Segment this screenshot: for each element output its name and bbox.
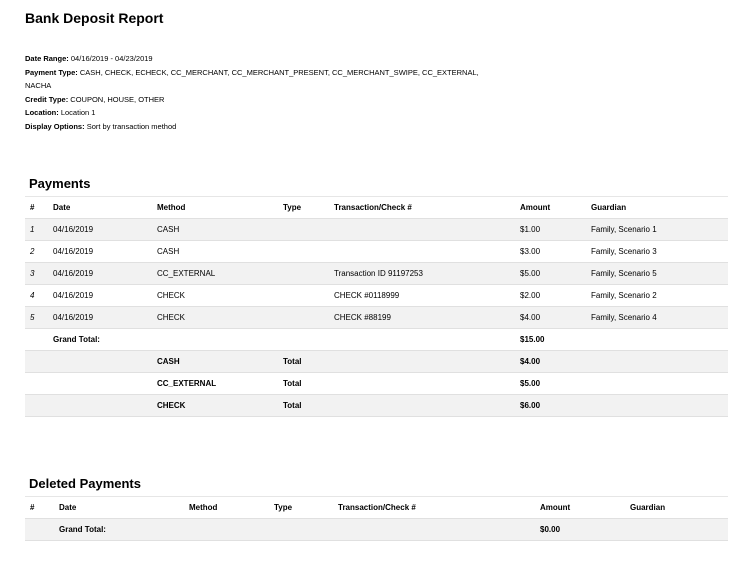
subtotal-amount: $5.00 xyxy=(520,372,591,395)
row-date: 04/16/2019 xyxy=(53,218,157,241)
row-guardian: Family, Scenario 4 xyxy=(591,306,728,329)
filter-value: COUPON, HOUSE, OTHER xyxy=(70,94,165,104)
row-method: CHECK xyxy=(157,306,283,329)
table-row: 5 04/16/2019 CHECK CHECK #88199 $4.00 Fa… xyxy=(25,306,728,329)
row-method: CHECK xyxy=(157,284,283,307)
report-title: Bank Deposit Report xyxy=(25,10,164,26)
row-type xyxy=(283,240,334,263)
row-type xyxy=(283,306,334,329)
subtotal-amount: $4.00 xyxy=(520,350,591,373)
row-amount: $2.00 xyxy=(520,284,591,307)
row-date: 04/16/2019 xyxy=(53,240,157,263)
filter-date-range: Date Range: 04/16/2019 - 04/23/2019 xyxy=(25,52,505,66)
subtotal-label: Total xyxy=(283,350,334,373)
row-transaction xyxy=(334,240,520,263)
col-header-amount: Amount xyxy=(540,496,630,519)
row-guardian: Family, Scenario 1 xyxy=(591,218,728,241)
filter-value: Location 1 xyxy=(60,108,96,117)
col-header-number: # xyxy=(25,196,53,219)
grand-total-row: Grand Total: $0.00 xyxy=(25,518,728,541)
col-header-type: Type xyxy=(274,496,338,519)
filter-payment-type: Payment Type: CASH, CHECK, ECHECK, CC_ME… xyxy=(25,66,505,93)
row-number: 4 xyxy=(25,284,53,307)
filter-display-options: Display Options: Sort by transaction met… xyxy=(25,120,505,134)
col-header-date: Date xyxy=(53,196,157,219)
row-method: CASH xyxy=(157,240,283,263)
col-header-guardian: Guardian xyxy=(591,196,728,219)
table-header-row: # Date Method Type Transaction/Check # A… xyxy=(25,496,728,519)
row-number: 1 xyxy=(25,218,53,241)
subtotal-row: CHECK Total $6.00 xyxy=(25,394,728,417)
grand-total-label: Grand Total: xyxy=(53,328,157,351)
row-amount: $5.00 xyxy=(520,262,591,285)
subtotal-method: CASH xyxy=(157,350,283,373)
table-row: 1 04/16/2019 CASH $1.00 Family, Scenario… xyxy=(25,218,728,241)
row-number: 5 xyxy=(25,306,53,329)
row-guardian: Family, Scenario 3 xyxy=(591,240,728,263)
payments-heading: Payments xyxy=(29,176,91,191)
col-header-method: Method xyxy=(189,496,274,519)
subtotal-row: CC_EXTERNAL Total $5.00 xyxy=(25,372,728,395)
filter-value: Sort by transaction method xyxy=(86,121,177,131)
col-header-number: # xyxy=(25,496,59,519)
row-date: 04/16/2019 xyxy=(53,284,157,307)
table-header-row: # Date Method Type Transaction/Check # A… xyxy=(25,196,728,219)
row-date: 04/16/2019 xyxy=(53,262,157,285)
row-type xyxy=(283,262,334,285)
grand-total-amount: $0.00 xyxy=(540,518,630,541)
row-amount: $3.00 xyxy=(520,240,591,263)
subtotal-label: Total xyxy=(283,394,334,417)
col-header-date: Date xyxy=(59,496,189,519)
row-method: CASH xyxy=(157,218,283,241)
filter-value: 04/16/2019 - 04/23/2019 xyxy=(70,54,153,63)
filter-value: CASH, CHECK, ECHECK, CC_MERCHANT, CC_MER… xyxy=(25,67,479,91)
row-transaction: CHECK #88199 xyxy=(334,306,520,329)
col-header-amount: Amount xyxy=(520,196,591,219)
grand-total-row: Grand Total: $15.00 xyxy=(25,328,728,351)
col-header-guardian: Guardian xyxy=(630,496,728,519)
row-transaction xyxy=(334,218,520,241)
row-amount: $4.00 xyxy=(520,306,591,329)
payments-table: # Date Method Type Transaction/Check # A… xyxy=(25,196,728,417)
subtotal-row: CASH Total $4.00 xyxy=(25,350,728,373)
col-header-method: Method xyxy=(157,196,283,219)
row-amount: $1.00 xyxy=(520,218,591,241)
filter-label: Credit Type: xyxy=(25,94,69,104)
grand-total-amount: $15.00 xyxy=(520,328,591,351)
row-transaction: Transaction ID 91197253 xyxy=(334,262,520,285)
table-row: 2 04/16/2019 CASH $3.00 Family, Scenario… xyxy=(25,240,728,263)
grand-total-label: Grand Total: xyxy=(59,518,189,541)
filter-label: Display Options: xyxy=(25,121,85,131)
filter-location: Location: Location 1 xyxy=(25,106,505,120)
subtotal-label: Total xyxy=(283,372,334,395)
filter-label: Location: xyxy=(25,108,59,117)
row-type xyxy=(283,284,334,307)
row-guardian: Family, Scenario 2 xyxy=(591,284,728,307)
table-row: 3 04/16/2019 CC_EXTERNAL Transaction ID … xyxy=(25,262,728,285)
report-filters: Date Range: 04/16/2019 - 04/23/2019 Paym… xyxy=(25,52,505,133)
subtotal-method: CC_EXTERNAL xyxy=(157,372,283,395)
subtotal-method: CHECK xyxy=(157,394,283,417)
filter-credit-type: Credit Type: COUPON, HOUSE, OTHER xyxy=(25,93,505,107)
row-transaction: CHECK #0118999 xyxy=(334,284,520,307)
filter-label: Payment Type: xyxy=(25,67,78,77)
row-date: 04/16/2019 xyxy=(53,306,157,329)
row-guardian: Family, Scenario 5 xyxy=(591,262,728,285)
row-method: CC_EXTERNAL xyxy=(157,262,283,285)
row-type xyxy=(283,218,334,241)
deleted-payments-heading: Deleted Payments xyxy=(29,476,141,491)
filter-label: Date Range: xyxy=(25,54,69,63)
col-header-type: Type xyxy=(283,196,334,219)
row-number: 2 xyxy=(25,240,53,263)
deleted-payments-table: # Date Method Type Transaction/Check # A… xyxy=(25,496,728,541)
subtotal-amount: $6.00 xyxy=(520,394,591,417)
row-number: 3 xyxy=(25,262,53,285)
col-header-transaction: Transaction/Check # xyxy=(334,196,520,219)
table-row: 4 04/16/2019 CHECK CHECK #0118999 $2.00 … xyxy=(25,284,728,307)
col-header-transaction: Transaction/Check # xyxy=(338,496,540,519)
